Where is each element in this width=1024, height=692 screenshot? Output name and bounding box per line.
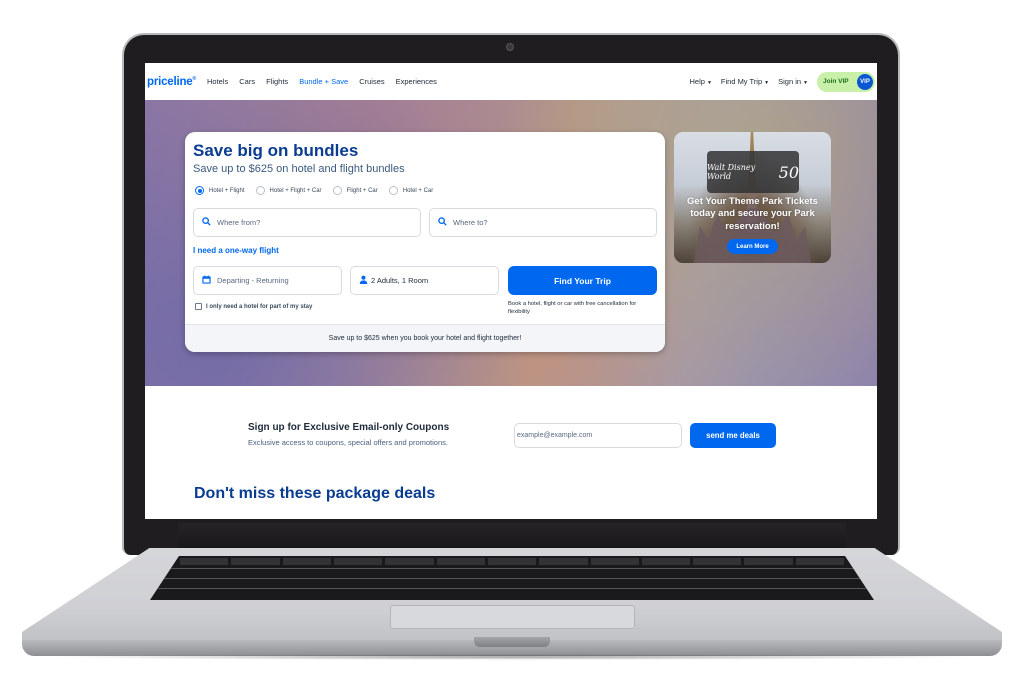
- calendar-icon: [202, 275, 211, 286]
- travelers-value: 2 Adults, 1 Room: [371, 276, 429, 285]
- keyboard: [150, 556, 874, 600]
- person-icon: [359, 275, 368, 286]
- nav-flights[interactable]: Flights: [266, 77, 288, 86]
- key: [436, 558, 485, 565]
- vip-badge-icon: VIP: [857, 73, 873, 90]
- free-cancellation-note: Book a hotel, flight or car with free ca…: [508, 301, 637, 316]
- laptop-shadow: [40, 654, 984, 660]
- chevron-down-icon: ▼: [803, 80, 808, 86]
- search-icon: [438, 217, 447, 228]
- key: [795, 558, 845, 565]
- hero-banner: Save big on bundles Save up to $625 on h…: [145, 100, 877, 386]
- sign-in-menu[interactable]: Sign in ▼: [778, 77, 808, 86]
- laptop-mockup: priceline® Hotels Cars Flights Bundle + …: [0, 0, 1024, 692]
- help-menu[interactable]: Help ▼: [690, 77, 712, 86]
- learn-more-button[interactable]: Learn More: [727, 239, 778, 254]
- nav-bundle-save[interactable]: Bundle + Save: [299, 77, 348, 86]
- ad-logo-text: Walt Disney World: [707, 163, 756, 181]
- trackpad: [390, 605, 635, 629]
- bundle-type-radio-group: Hotel + Flight Hotel + Flight + Car Flig…: [195, 186, 444, 195]
- laptop-lid-notch: [474, 637, 550, 647]
- priceline-logo[interactable]: priceline®: [147, 76, 196, 88]
- top-navbar: priceline® Hotels Cars Flights Bundle + …: [145, 63, 877, 100]
- key: [385, 558, 434, 565]
- travelers-input[interactable]: 2 Adults, 1 Room: [350, 266, 499, 295]
- radio-hotel-flight[interactable]: Hotel + Flight: [195, 186, 245, 195]
- where-to-placeholder: Where to?: [453, 218, 488, 227]
- key: [641, 558, 691, 565]
- chevron-down-icon: ▼: [764, 80, 770, 86]
- nav-experiences[interactable]: Experiences: [396, 77, 437, 86]
- nav-cars[interactable]: Cars: [239, 77, 255, 86]
- chevron-down-icon: ▼: [706, 80, 712, 86]
- checkbox-icon: [195, 303, 202, 310]
- nav-cruises[interactable]: Cruises: [359, 77, 384, 86]
- key: [282, 558, 331, 565]
- radio-flight-car[interactable]: Flight + Car: [332, 186, 378, 195]
- key: [487, 558, 537, 565]
- radio-hotel-car[interactable]: Hotel + Car: [388, 186, 434, 195]
- key-divider: [158, 588, 866, 589]
- radio-label: Hotel + Flight + Car: [269, 187, 322, 194]
- browser-screen: priceline® Hotels Cars Flights Bundle + …: [145, 63, 877, 519]
- radio-unselected-icon: [388, 186, 398, 195]
- newsletter-title: Sign up for Exclusive Email-only Coupons: [248, 422, 450, 433]
- key-divider: [170, 568, 854, 569]
- search-icon: [202, 217, 211, 228]
- key: [693, 558, 742, 565]
- ad-logo-number: 50: [778, 162, 799, 182]
- where-from-input[interactable]: Where from?: [193, 208, 421, 237]
- key-divider: [164, 578, 860, 579]
- one-way-flight-link[interactable]: I need a one-way flight: [193, 246, 279, 255]
- key: [539, 558, 588, 565]
- find-my-trip-menu[interactable]: Find My Trip ▼: [721, 77, 769, 86]
- radio-hotel-flight-car[interactable]: Hotel + Flight + Car: [255, 186, 322, 195]
- find-your-trip-button[interactable]: Find Your Trip: [508, 266, 657, 295]
- dates-input[interactable]: Departing - Returning: [193, 266, 342, 295]
- key: [231, 558, 280, 565]
- radio-selected-icon: [195, 186, 204, 195]
- find-my-trip-label: Find My Trip: [720, 77, 763, 86]
- join-vip-label: Join VIP: [823, 78, 849, 85]
- newsletter-email-input[interactable]: example@example.com: [514, 423, 682, 448]
- where-to-input[interactable]: Where to?: [429, 208, 657, 237]
- partial-stay-label: I only need a hotel for part of my stay: [206, 303, 313, 310]
- partial-stay-checkbox[interactable]: I only need a hotel for part of my stay: [195, 303, 312, 310]
- radio-unselected-icon: [332, 186, 342, 195]
- radio-label: Hotel + Flight: [209, 187, 245, 194]
- help-label: Help: [689, 77, 705, 86]
- sign-in-label: Sign in: [778, 77, 802, 86]
- key: [333, 558, 383, 565]
- radio-unselected-icon: [255, 186, 265, 195]
- radio-label: Flight + Car: [346, 187, 378, 194]
- nav-hotels[interactable]: Hotels: [207, 77, 228, 86]
- webcam-icon: [506, 43, 514, 51]
- email-placeholder: example@example.com: [517, 432, 593, 439]
- package-deals-heading: Don't miss these package deals: [194, 485, 436, 502]
- disney-promo-ad[interactable]: Walt Disney World 50 Get Your Theme Park …: [674, 132, 831, 263]
- card-subtitle: Save up to $625 on hotel and flight bund…: [193, 163, 405, 175]
- bundle-search-card: Save big on bundles Save up to $625 on h…: [185, 132, 665, 352]
- join-vip-button[interactable]: Join VIP VIP: [817, 71, 875, 92]
- key: [180, 558, 229, 565]
- radio-label: Hotel + Car: [402, 187, 434, 194]
- newsletter-subtitle: Exclusive access to coupons, special off…: [248, 438, 448, 447]
- bundle-savings-footer: Save up to $625 when you book your hotel…: [185, 324, 665, 352]
- dates-placeholder: Departing - Returning: [217, 276, 289, 285]
- key: [744, 558, 793, 565]
- card-title: Save big on bundles: [193, 141, 359, 160]
- send-me-deals-button[interactable]: send me deals: [690, 423, 776, 448]
- key: [590, 558, 639, 565]
- keyboard-row: [180, 558, 845, 565]
- walt-disney-world-logo: Walt Disney World 50: [707, 151, 799, 193]
- where-from-placeholder: Where from?: [217, 218, 261, 227]
- nav-right-group: Help ▼ Find My Trip ▼ Sign in ▼ Join VIP VI…: [690, 63, 878, 100]
- ad-headline: Get Your Theme Park Tickets today and se…: [687, 196, 818, 232]
